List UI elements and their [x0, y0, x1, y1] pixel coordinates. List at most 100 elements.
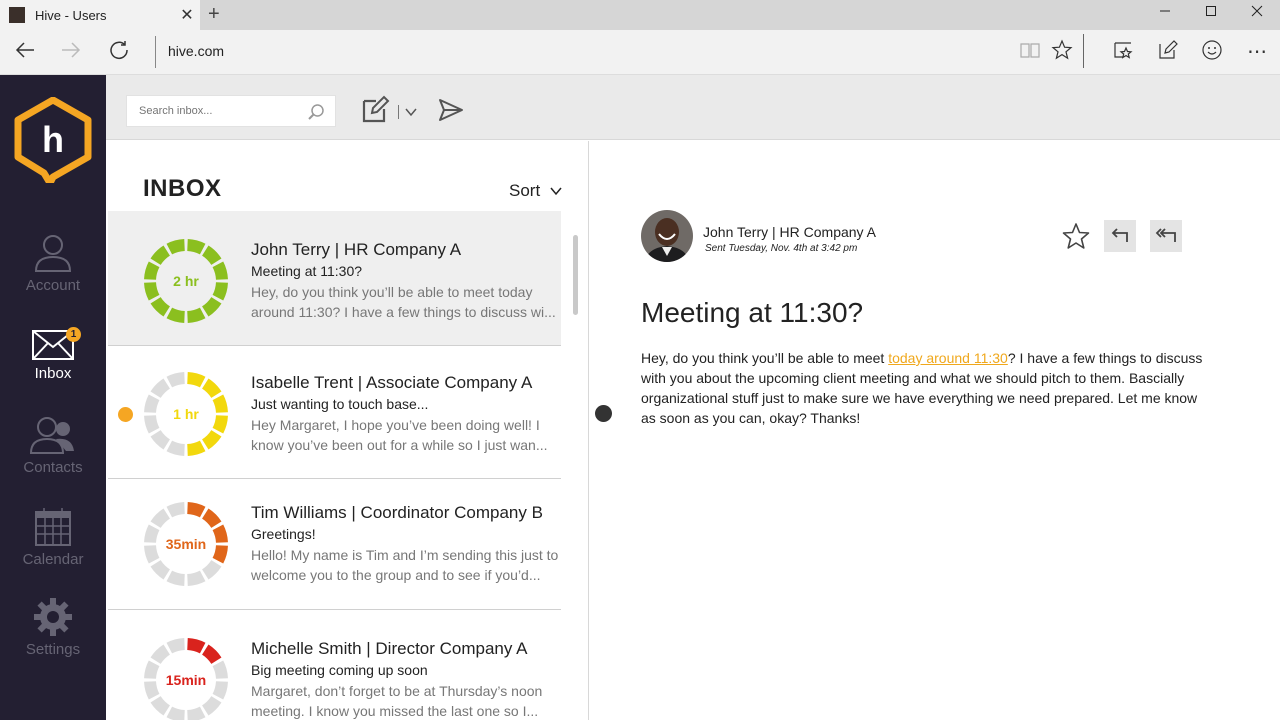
timer-segment	[150, 508, 171, 529]
search-input[interactable]	[139, 96, 309, 126]
list-item-subject: Meeting at 11:30?	[251, 263, 363, 279]
sort-label: Sort	[509, 181, 541, 200]
timer-segment	[186, 570, 206, 586]
contacts-icon	[29, 417, 74, 454]
sidebar-label-contacts: Contacts	[23, 459, 83, 476]
star-icon[interactable]	[1061, 222, 1091, 252]
timer-segment	[186, 706, 206, 720]
timer-segment	[150, 296, 171, 317]
more-button[interactable]: ⋯	[1242, 39, 1272, 64]
timer-segment	[144, 680, 160, 700]
list-item[interactable]: 35min Tim Williams | Coordinator Company…	[108, 479, 561, 610]
maximize-icon	[1206, 6, 1216, 16]
timer-label: 35min	[166, 536, 206, 552]
sidebar-item-contacts[interactable]: Contacts	[0, 415, 106, 495]
timer-segment	[144, 414, 160, 434]
window-close-button[interactable]	[1242, 4, 1272, 21]
sender-photo	[641, 210, 693, 262]
timer-label: 1 hr	[173, 406, 199, 422]
toolbar-separator	[1083, 34, 1084, 68]
new-tab-button[interactable]: +	[208, 3, 220, 26]
sidebar-item-account[interactable]: Account	[0, 233, 106, 313]
reading-view-button[interactable]	[1015, 39, 1045, 67]
list-item-subject: Big meeting coming up soon	[251, 662, 428, 678]
sender-name: John Terry | HR Company A	[703, 224, 877, 240]
browser-tab[interactable]: Hive - Users ✕	[0, 0, 200, 30]
reply-button[interactable]	[1104, 220, 1136, 252]
timer-segment	[201, 296, 222, 317]
send-icon[interactable]	[438, 98, 464, 122]
message-link[interactable]: today around 11:30	[888, 350, 1008, 366]
search-box[interactable]	[126, 95, 336, 127]
timer-segment	[150, 429, 171, 450]
unread-indicator	[118, 407, 133, 422]
timer-ring: 2 hr	[144, 239, 228, 323]
list-scrollbar[interactable]	[573, 235, 578, 315]
list-item[interactable]: 2 hr John Terry | HR Company A Meeting a…	[108, 211, 561, 346]
message-body: Hey, do you think you’ll be able to meet…	[641, 348, 1211, 428]
timer-segment	[150, 559, 171, 580]
list-item[interactable]: 1 hr Isabelle Trent | Associate Company …	[108, 346, 561, 479]
list-item-preview: Margaret, don’t forget to be at Thursday…	[251, 683, 543, 719]
message-body-text: Hey, do you think you’ll be able to meet	[641, 350, 889, 366]
chevron-down-icon[interactable]	[404, 105, 418, 119]
list-item-preview: Hey Margaret, I hope you’ve been doing w…	[251, 417, 548, 453]
logo-letter: h	[42, 119, 64, 160]
timer-segment	[144, 660, 160, 680]
smiley-icon	[1202, 40, 1222, 60]
back-arrow-icon	[15, 42, 34, 58]
timer-segment	[212, 394, 228, 414]
sidebar-label-calendar: Calendar	[22, 551, 84, 568]
hub-button[interactable]	[1108, 39, 1138, 67]
sidebar-item-inbox[interactable]: 1 Inbox	[0, 327, 106, 407]
timer-segment	[186, 638, 206, 654]
timer-ring: 15min	[144, 638, 228, 720]
person-icon	[34, 235, 72, 272]
tab-close-icon[interactable]: ✕	[174, 5, 200, 25]
maximize-button[interactable]	[1196, 4, 1226, 21]
sidebar-label-settings: Settings	[25, 641, 81, 658]
timer-segment	[212, 414, 228, 434]
sidebar-item-settings[interactable]: Settings	[0, 597, 106, 677]
timer-segment	[144, 394, 160, 414]
reply-all-button[interactable]	[1150, 220, 1182, 252]
avatar	[641, 210, 693, 262]
browser-tab-bar: Hive - Users ✕ +	[0, 0, 1280, 30]
timer-segment	[150, 695, 171, 716]
calendar-icon	[35, 508, 71, 546]
gear-icon	[34, 598, 72, 636]
timer-segment	[166, 307, 186, 323]
timer-label: 15min	[166, 672, 206, 688]
star-icon	[1051, 39, 1073, 60]
timer-segment	[201, 695, 222, 716]
timer-segment	[212, 680, 228, 700]
timer-segment	[201, 378, 222, 399]
timer-segment	[144, 261, 160, 281]
list-item[interactable]: 15min Michelle Smith | Director Company …	[108, 610, 561, 720]
hive-logo[interactable]: h	[14, 96, 92, 188]
timer-segment	[166, 638, 186, 654]
feedback-button[interactable]	[1197, 39, 1227, 67]
timer-segment	[166, 372, 186, 388]
close-icon	[1251, 5, 1263, 17]
timer-segment	[212, 524, 228, 544]
forward-button[interactable]	[56, 39, 86, 67]
timer-segment	[186, 239, 206, 255]
sidebar-item-calendar[interactable]: Calendar	[0, 507, 106, 587]
web-note-button[interactable]	[1153, 39, 1183, 67]
timer-segment	[212, 281, 228, 301]
list-item-sender: Michelle Smith | Director Company A	[251, 639, 528, 658]
back-button[interactable]	[10, 39, 40, 67]
compose-icon[interactable]	[362, 95, 390, 123]
search-icon[interactable]	[307, 103, 325, 121]
timer-segment	[186, 372, 206, 388]
refresh-button[interactable]	[104, 39, 134, 67]
list-item-sender: Tim Williams | Coordinator Company B	[251, 503, 543, 522]
timer-segment	[186, 440, 206, 456]
minimize-button[interactable]	[1150, 4, 1180, 21]
sort-dropdown[interactable]: Sort	[509, 181, 563, 201]
hive-logo-icon: h	[14, 96, 92, 187]
address-bar[interactable]: hive.com	[168, 43, 224, 59]
timer-segment	[166, 239, 186, 255]
favorite-button[interactable]	[1047, 39, 1077, 67]
